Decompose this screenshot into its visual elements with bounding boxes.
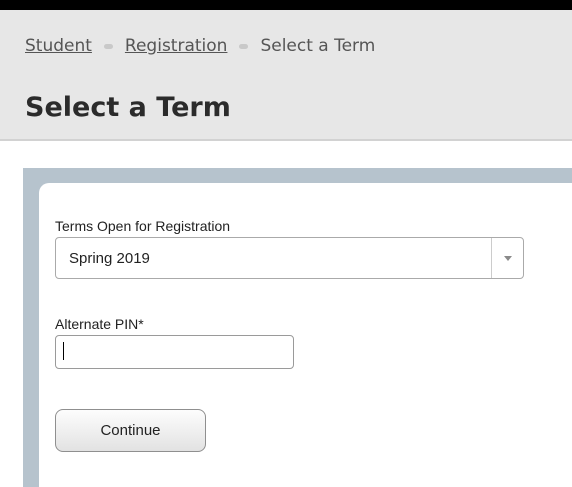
breadcrumb: Student Registration Select a Term (25, 36, 375, 56)
select-arrow-container[interactable] (491, 238, 523, 278)
page-title: Select a Term (25, 92, 231, 123)
term-selected-value: Spring 2019 (69, 250, 150, 267)
page-header: Student Registration Select a Term Selec… (0, 10, 572, 141)
continue-button[interactable]: Continue (55, 409, 206, 452)
breadcrumb-separator (239, 43, 249, 49)
top-bar (0, 0, 572, 10)
pin-label: Alternate PIN* (55, 316, 144, 332)
breadcrumb-separator (103, 43, 113, 49)
alternate-pin-input[interactable] (55, 335, 294, 369)
term-label: Terms Open for Registration (55, 218, 231, 234)
triangle-down-icon (503, 255, 512, 261)
breadcrumb-student-link[interactable]: Student (25, 36, 92, 56)
breadcrumb-current: Select a Term (260, 36, 376, 56)
breadcrumb-registration-link[interactable]: Registration (125, 36, 228, 56)
term-select[interactable]: Spring 2019 (55, 237, 524, 279)
